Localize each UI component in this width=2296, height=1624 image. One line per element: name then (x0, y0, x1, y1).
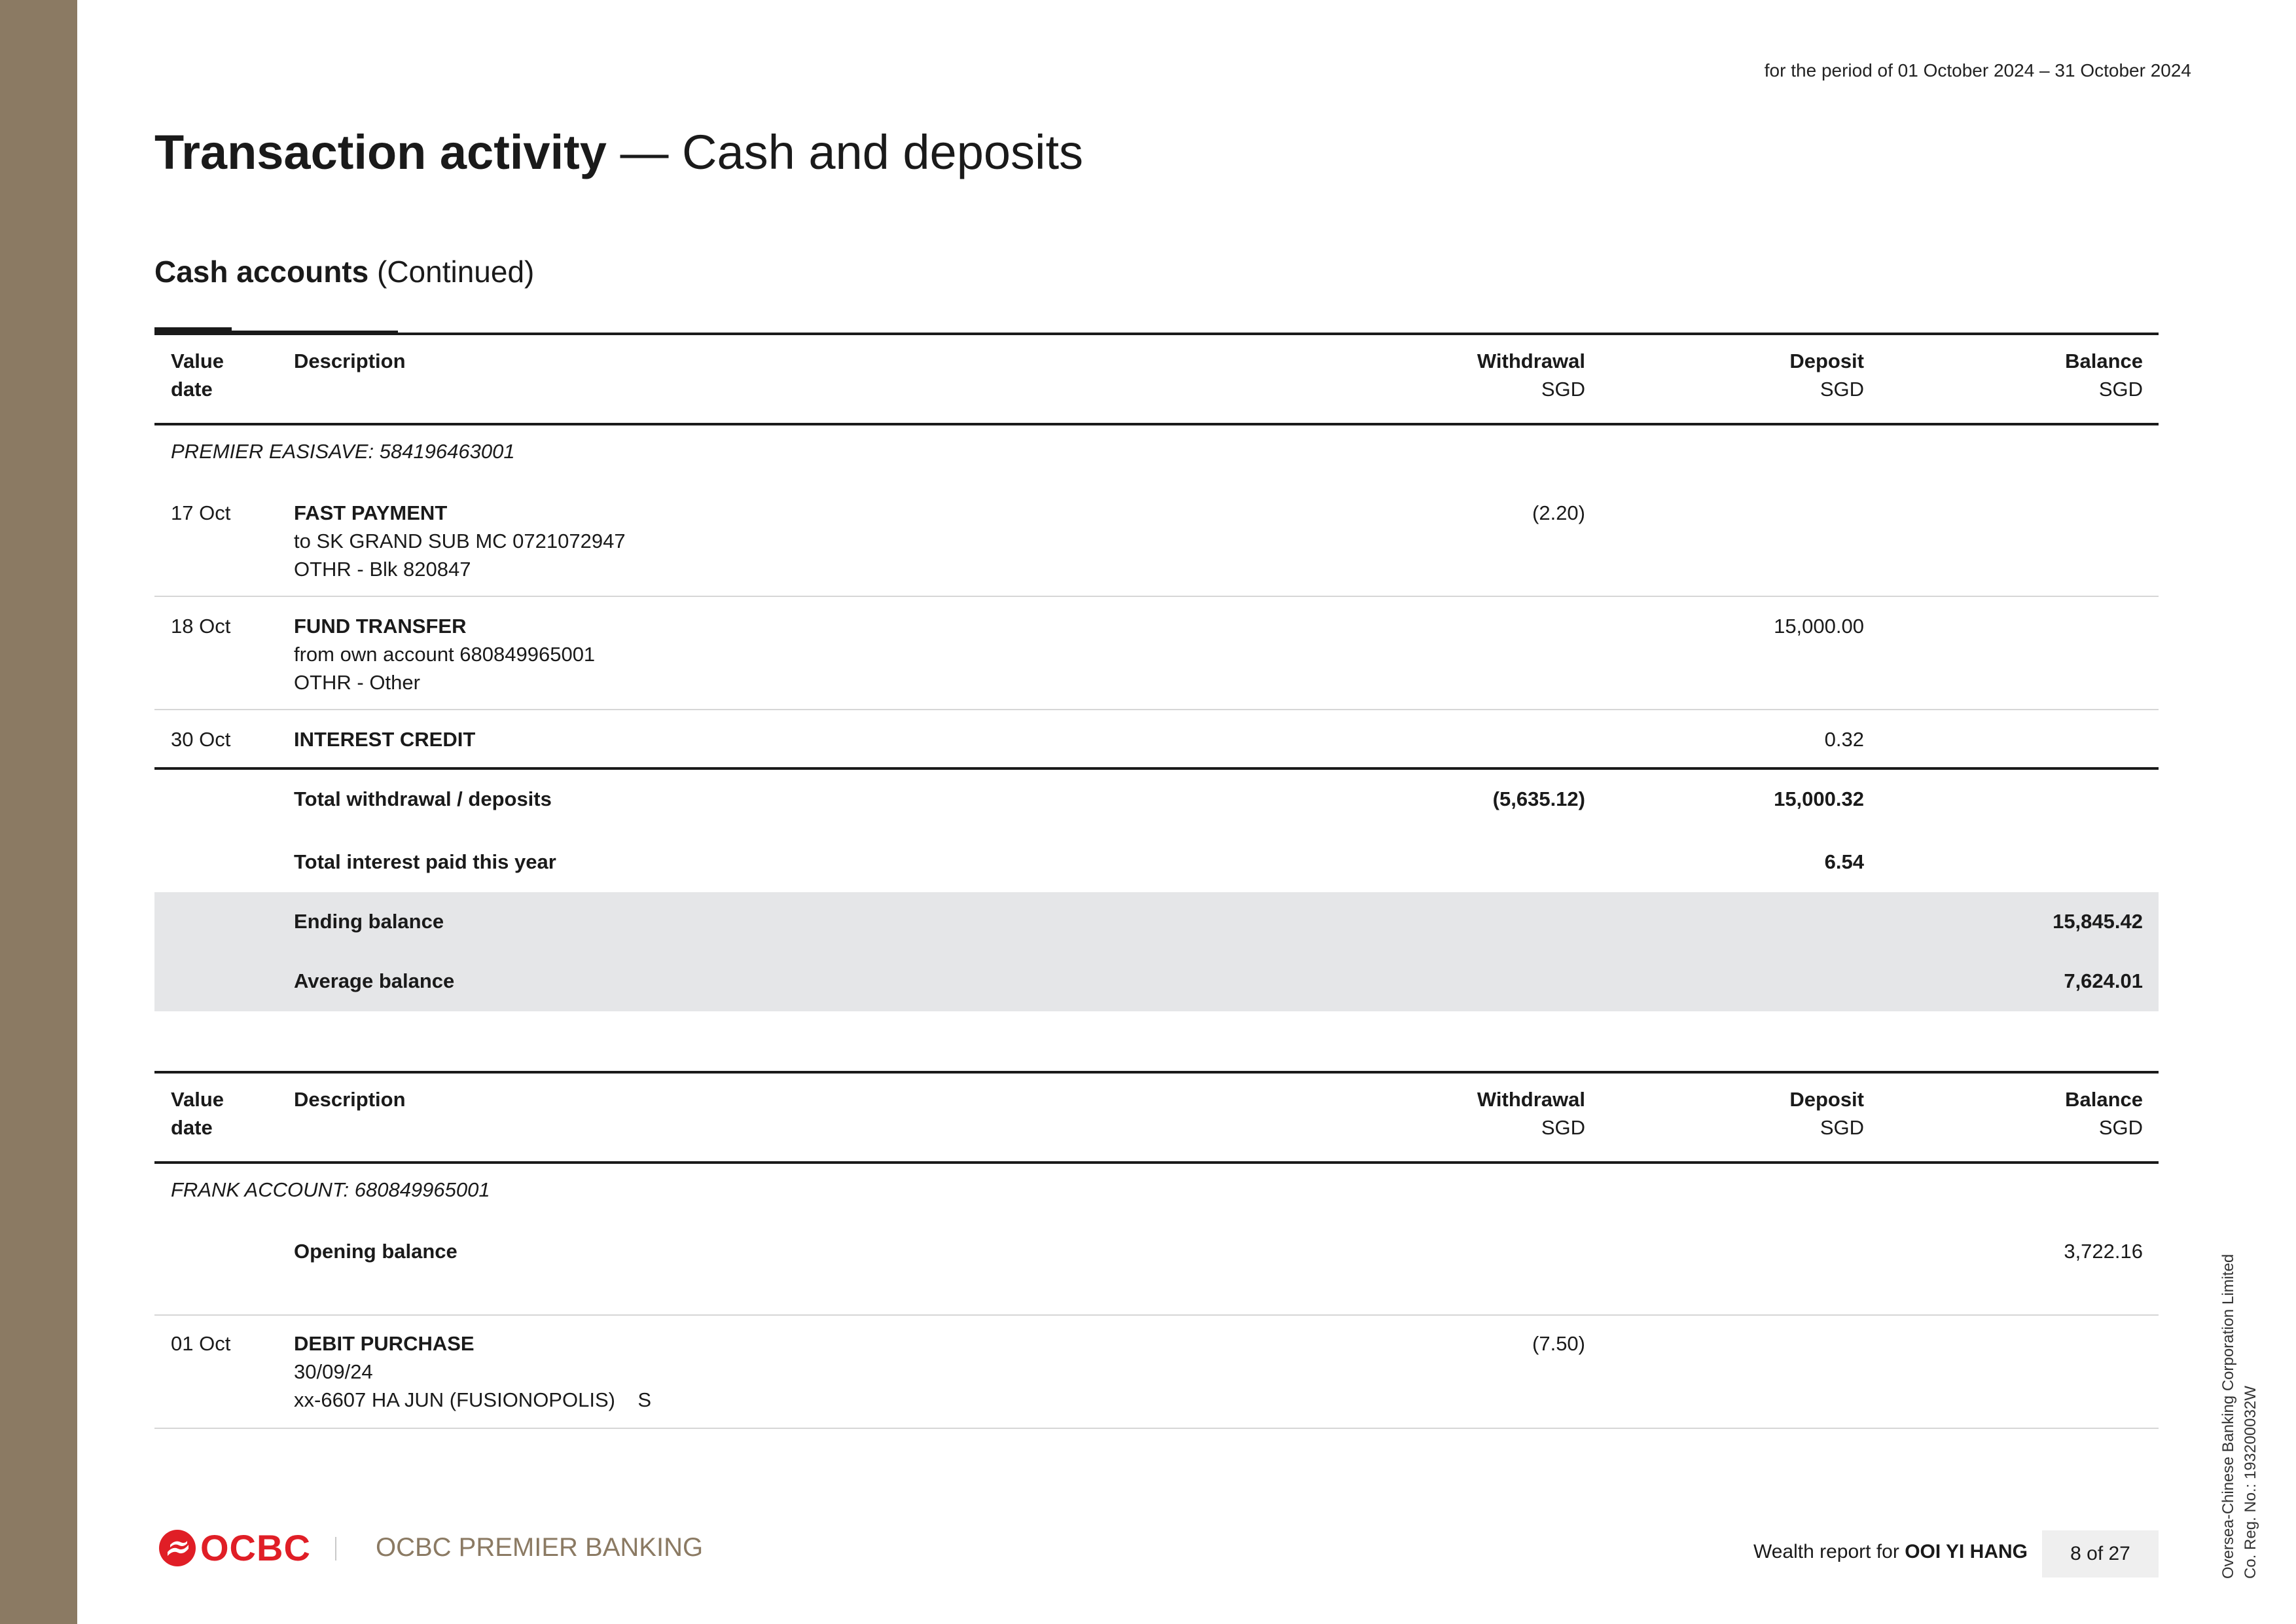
header-rule (154, 1161, 2159, 1164)
ending-balance-value: 15,845.42 (2053, 910, 2143, 933)
row-date: 17 Oct (171, 501, 231, 524)
company-registration: Oversea-Chinese Banking Corporation Limi… (2219, 1254, 2259, 1579)
col-deposit: Deposit SGD (1789, 350, 1864, 401)
table-top-rule (154, 333, 2159, 335)
row-deposit: 15,000.00 (1774, 615, 1864, 638)
table-top-rule (154, 1071, 2159, 1074)
row-date: 01 Oct (171, 1332, 231, 1355)
page-title-rest: — Cash and deposits (606, 125, 1084, 179)
statement-period: for the period of 01 October 2024 – 31 O… (1764, 60, 2191, 81)
header-rule (154, 423, 2159, 425)
section-title: Cash accounts (Continued) (154, 257, 534, 287)
average-balance-value: 7,624.01 (2064, 969, 2143, 992)
row-date: 30 Oct (171, 728, 231, 751)
interest-label: Total interest paid this year (294, 850, 556, 873)
row-description: FUND TRANSFER from own account 680849965… (294, 615, 596, 694)
col-description: Description (294, 350, 406, 372)
page-number: 8 of 27 (2042, 1530, 2159, 1578)
total-label: Total withdrawal / deposits (294, 787, 552, 810)
row-date: 18 Oct (171, 615, 231, 638)
total-withdrawal: (5,635.12) (1492, 787, 1585, 810)
row-description: INTEREST CREDIT (294, 728, 476, 751)
page-title: Transaction activity — Cash and deposits (154, 128, 1083, 177)
row-description: FAST PAYMENT to SK GRAND SUB MC 07210729… (294, 501, 626, 581)
row-divider (154, 596, 2159, 597)
ocbc-logo-text: OCBC (200, 1527, 311, 1568)
section-accent-bar (154, 327, 232, 333)
row-deposit: 0.32 (1824, 728, 1864, 751)
row-description: DEBIT PURCHASE 30/09/24 xx-6607 HA JUN (… (294, 1332, 652, 1411)
col-balance: Balance SGD (2065, 1088, 2143, 1139)
ending-balance-label: Ending balance (294, 910, 444, 933)
page-title-bold: Transaction activity (154, 125, 607, 179)
total-deposit: 15,000.32 (1774, 787, 1864, 810)
client-name: OOI YI HANG (1905, 1541, 2028, 1562)
row-withdrawal: (2.20) (1532, 501, 1585, 524)
col-deposit: Deposit SGD (1789, 1088, 1864, 1139)
account-label: FRANK ACCOUNT: 680849965001 (171, 1178, 490, 1201)
totals-rule (154, 767, 2159, 770)
ocbc-logo-icon (159, 1530, 196, 1566)
ocbc-logo: OCBC (158, 1529, 311, 1567)
section-title-rest: (Continued) (368, 255, 535, 289)
col-value-date: Value date (171, 350, 224, 401)
wealth-report-owner: Wealth report for OOI YI HANG (1753, 1541, 2028, 1562)
col-withdrawal: Withdrawal SGD (1477, 1088, 1585, 1139)
balance-summary-shade (154, 892, 2159, 1011)
footer-divider (335, 1537, 336, 1561)
col-description: Description (294, 1088, 406, 1111)
row-divider (154, 1314, 2159, 1316)
side-color-strip (0, 0, 77, 1624)
interest-value: 6.54 (1824, 850, 1864, 873)
average-balance-label: Average balance (294, 969, 455, 992)
col-value-date: Value date (171, 1088, 224, 1139)
premier-banking-brand: OCBC PREMIER BANKING (376, 1533, 704, 1562)
row-withdrawal: (7.50) (1532, 1332, 1585, 1355)
col-balance: Balance SGD (2065, 350, 2143, 401)
account-label: PREMIER EASISAVE: 584196463001 (171, 440, 515, 463)
section-title-bold: Cash accounts (154, 255, 369, 289)
opening-balance-label: Opening balance (294, 1240, 457, 1263)
row-divider (154, 709, 2159, 710)
row-divider (154, 1428, 2159, 1429)
col-withdrawal: Withdrawal SGD (1477, 350, 1585, 401)
opening-balance-value: 3,722.16 (2064, 1240, 2143, 1263)
